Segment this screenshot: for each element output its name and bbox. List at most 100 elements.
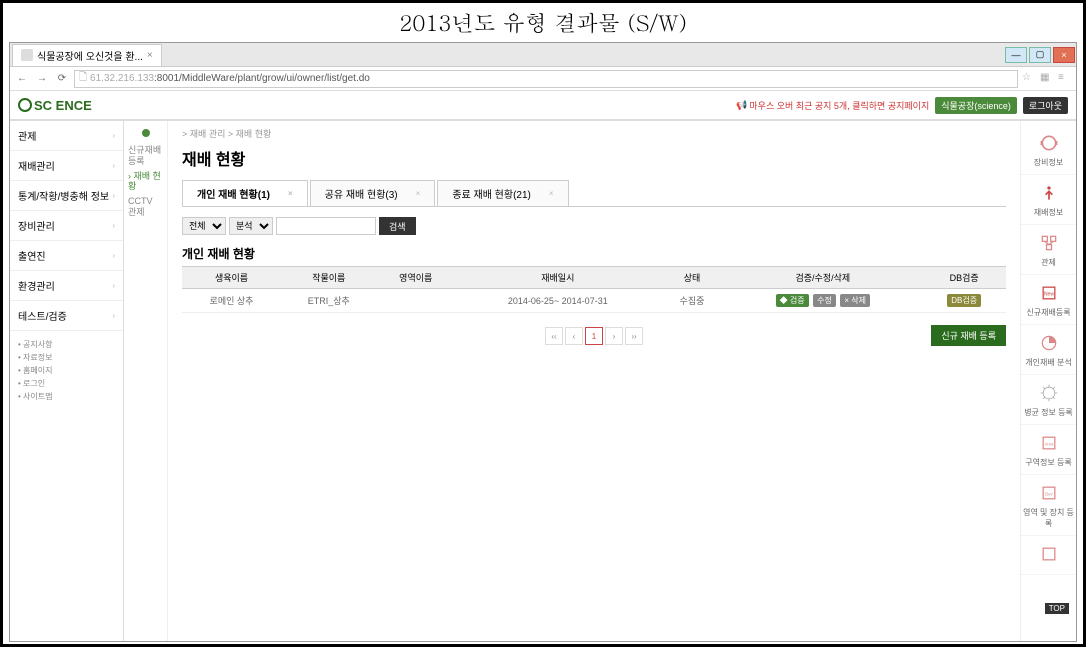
edit-button[interactable]: 수정 [813, 294, 836, 307]
address-bar: ← → ⟳ 🗋 61.32.216.133:8001/MiddleWare/pl… [10, 67, 1076, 91]
rail-label: 재배정보 [1023, 207, 1074, 218]
area-icon: Area [1037, 431, 1061, 455]
page-last[interactable]: ›› [625, 327, 643, 345]
nav-cast[interactable]: 출연진› [10, 241, 123, 271]
rail-pest-reg[interactable]: 병균 정보 등록 [1021, 375, 1076, 425]
rail-label: 신규재배등록 [1023, 307, 1074, 318]
left-sidebar: 관제› 재배관리› 통계/작황/병충해 정보› 장비관리› 출연진› 환경관리›… [10, 121, 124, 641]
cell-crop: ETRI_상추 [281, 289, 377, 313]
menu-icon[interactable]: ≡ [1058, 72, 1072, 86]
breadcrumb: > 재배 관리 > 재배 현황 [182, 127, 1006, 140]
link-login[interactable]: • 로그인 [18, 378, 115, 389]
nav-env[interactable]: 환경관리› [10, 271, 123, 301]
filter-select-2[interactable]: 분석 [229, 217, 273, 235]
table-row: 로메인 상추 ETRI_상추 2014-06-25~ 2014-07-31 수집… [182, 289, 1006, 313]
page-1[interactable]: 1 [585, 327, 603, 345]
maximize-button[interactable]: ▢ [1029, 47, 1051, 63]
browser-window: 식물공장에 오신것을 환... × — ▢ × ← → ⟳ 🗋 61.32.21… [9, 42, 1077, 642]
tab-ended[interactable]: 종료 재배 현황(21) × [437, 180, 568, 206]
nav-control[interactable]: 관제› [10, 121, 123, 151]
url-input[interactable]: 🗋 61.32.216.133:8001/MiddleWare/plant/gr… [74, 70, 1018, 88]
rail-device-info[interactable]: 장비정보 [1021, 125, 1076, 175]
nav-stats[interactable]: 통계/작황/병충해 정보› [10, 181, 123, 211]
tab-close-icon[interactable]: × [147, 50, 153, 61]
pagination: ‹‹ ‹ 1 › ›› [182, 327, 1006, 345]
link-home[interactable]: • 홈페이지 [18, 365, 115, 376]
logo[interactable]: SC ENCE [18, 98, 92, 113]
filter-select-1[interactable]: 전체 [182, 217, 226, 235]
page-prev[interactable]: ‹ [565, 327, 583, 345]
rail-personal-analysis[interactable]: 개인재배 분석 [1021, 325, 1076, 375]
search-button[interactable]: 검색 [379, 217, 416, 235]
cell-actions: ◆ 검증 수정 × 삭제 [723, 289, 922, 313]
svg-text:Dev: Dev [1045, 492, 1053, 497]
page-icon [21, 49, 33, 61]
status-dot-icon [142, 129, 150, 137]
col-db: DB검증 [922, 267, 1006, 289]
nav-grow-mgmt[interactable]: 재배관리› [10, 151, 123, 181]
logout-button[interactable]: 로그아웃 [1023, 97, 1068, 114]
notice-text: 마우스 오버 최근 공지 5개, 클릭하면 공지페이지 [749, 99, 929, 112]
account-button[interactable]: 식물공장(science) [935, 97, 1017, 114]
tab-label: 개인 재배 현황(1) [197, 186, 270, 201]
link-data[interactable]: • 자료정보 [18, 352, 115, 363]
col-date: 재배일시 [455, 267, 661, 289]
verify-button[interactable]: ◆ 검증 [776, 294, 809, 307]
grid-icon[interactable]: ▦ [1040, 72, 1054, 86]
subnav-new-reg[interactable]: 신규재배 등록 [128, 145, 163, 167]
db-verify-button[interactable]: DB검증 [947, 294, 981, 307]
star-icon[interactable]: ☆ [1022, 72, 1036, 86]
link-sitemap[interactable]: • 사이트맵 [18, 391, 115, 402]
tab-bar: 식물공장에 오신것을 환... × — ▢ × [10, 43, 1076, 67]
section-title: 개인 재배 현황 [182, 245, 1006, 262]
rail-area-reg[interactable]: Area 구역정보 등록 [1021, 425, 1076, 475]
back-icon[interactable]: ← [14, 71, 30, 87]
url-path: :8001/MiddleWare/plant/grow/ui/owner/lis… [154, 73, 370, 84]
delete-button[interactable]: × 삭제 [840, 294, 870, 307]
chevron-right-icon: › [112, 131, 115, 140]
forward-icon[interactable]: → [34, 71, 50, 87]
search-input[interactable] [276, 217, 376, 235]
grow-info-icon [1037, 181, 1061, 205]
tab-personal[interactable]: 개인 재배 현황(1) × [182, 180, 308, 206]
tab-shared[interactable]: 공유 재배 현황(3)× [310, 180, 436, 206]
rail-label: 관제 [1023, 257, 1074, 268]
cell-date: 2014-06-25~ 2014-07-31 [455, 289, 661, 313]
subnav-status[interactable]: › 재배 현황 [128, 171, 163, 193]
minimize-button[interactable]: — [1005, 47, 1027, 63]
tab-label: 종료 재배 현황(21) [452, 186, 531, 201]
notice-bar[interactable]: 📢 마우스 오버 최근 공지 5개, 클릭하면 공지페이지 [736, 99, 929, 112]
scroll-top-button[interactable]: TOP [1045, 603, 1069, 614]
rail-extra[interactable] [1021, 536, 1076, 575]
new-register-button[interactable]: 신규 재배 등록 [931, 325, 1006, 346]
chevron-right-icon: › [112, 251, 115, 260]
device-reg-icon: Dev [1037, 481, 1061, 505]
nav-label: 테스트/검증 [18, 308, 67, 323]
close-button[interactable]: × [1053, 47, 1075, 63]
rail-new-reg[interactable]: New 신규재배등록 [1021, 275, 1076, 325]
page-next[interactable]: › [605, 327, 623, 345]
nav-device[interactable]: 장비관리› [10, 211, 123, 241]
link-notice[interactable]: • 공지사항 [18, 339, 115, 350]
tab-close-icon[interactable]: × [288, 189, 293, 198]
subnav-cctv[interactable]: CCTV 관제 [128, 196, 163, 218]
tab-close-icon[interactable]: × [416, 189, 421, 198]
logo-text: SC ENCE [34, 98, 92, 113]
reload-icon[interactable]: ⟳ [54, 71, 70, 87]
tab-close-icon[interactable]: × [549, 189, 554, 198]
rail-control[interactable]: 관제 [1021, 225, 1076, 275]
content-tabs: 개인 재배 현황(1) × 공유 재배 현황(3)× 종료 재배 현황(21) × [182, 180, 1006, 207]
rail-grow-info[interactable]: 재배정보 [1021, 175, 1076, 225]
page-first[interactable]: ‹‹ [545, 327, 563, 345]
filter-bar: 전체 분석 검색 [182, 217, 1006, 235]
nav-test[interactable]: 테스트/검증› [10, 301, 123, 331]
url-host: 61.32.216.133 [90, 73, 154, 84]
rail-label: 장비정보 [1023, 157, 1074, 168]
data-table: 생육이름 작물이름 영역이름 재배일시 상태 검증/수정/삭제 DB검증 [182, 266, 1006, 313]
browser-tab[interactable]: 식물공장에 오신것을 환... × [12, 44, 162, 66]
rail-label: 구역정보 등록 [1023, 457, 1074, 468]
page-title: 재배 현황 [182, 146, 1006, 170]
col-area: 영역이름 [377, 267, 455, 289]
footer-links: • 공지사항 • 자료정보 • 홈페이지 • 로그인 • 사이트맵 [10, 331, 123, 410]
rail-device-reg[interactable]: Dev 영역 및 장치 등록 [1021, 475, 1076, 536]
